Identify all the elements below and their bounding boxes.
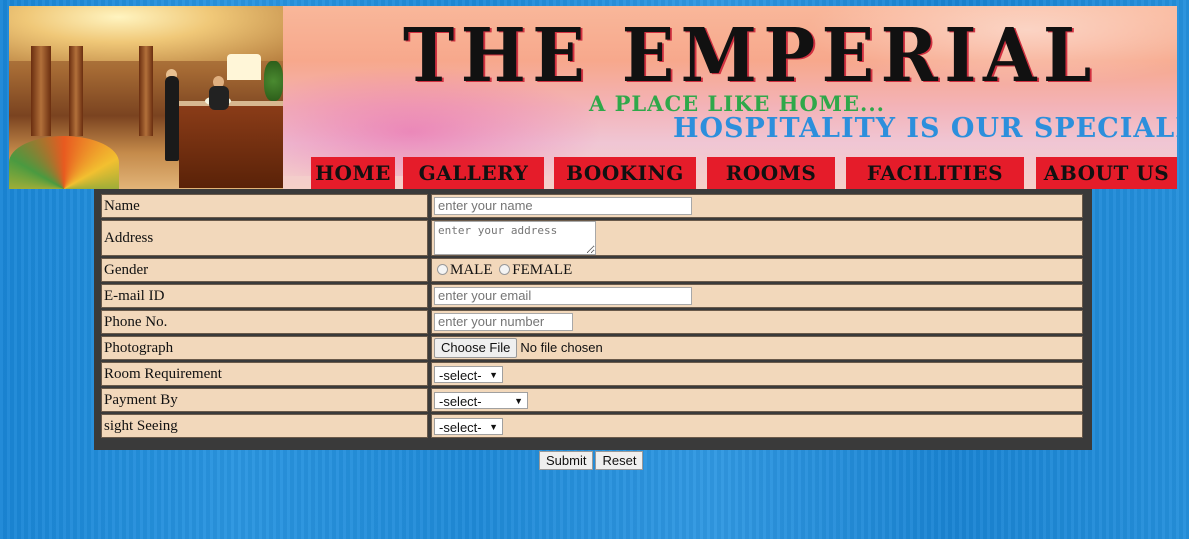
form-row-payment: Payment By -select- ▼: [101, 388, 1083, 412]
nav-home[interactable]: HOME: [311, 157, 395, 189]
form-row-gender: Gender MALE FEMALE: [101, 258, 1083, 282]
name-input[interactable]: [434, 196, 692, 215]
room-label: Room Requirement: [101, 362, 428, 386]
form-row-sightseeing: sight Seeing -select- ▼: [101, 414, 1083, 438]
name-label: Name: [101, 194, 428, 218]
gender-female-radio[interactable]: [499, 263, 511, 275]
main-nav: HOME GALLERY BOOKING ROOMS FACILITIES AB…: [283, 157, 1177, 189]
form-row-name: Name: [101, 194, 1083, 218]
site-title: THE EMPERIAL: [403, 13, 1098, 99]
nav-gallery[interactable]: GALLERY: [403, 157, 544, 189]
room-select-value: -select-: [439, 367, 482, 383]
gender-male-label: MALE: [450, 261, 493, 278]
email-input[interactable]: [434, 286, 692, 305]
nav-about-us[interactable]: ABOUT US: [1036, 157, 1177, 189]
nav-booking[interactable]: BOOKING: [554, 157, 696, 189]
form-row-room: Room Requirement -select- ▼: [101, 362, 1083, 386]
hotel-lobby-photo: [9, 6, 283, 189]
booking-form-table: Name Address Gender MALE FEMALE E-mail I…: [98, 192, 1086, 440]
reset-button[interactable]: Reset: [595, 451, 644, 470]
form-row-phone: Phone No.: [101, 310, 1083, 334]
form-buttons: Submit Reset: [539, 451, 644, 470]
chevron-down-icon: ▼: [514, 395, 523, 406]
form-row-email: E-mail ID: [101, 284, 1083, 308]
form-row-photo: Photograph Choose File No file chosen: [101, 336, 1083, 360]
phone-input[interactable]: [434, 312, 573, 331]
chevron-down-icon: ▼: [489, 369, 498, 380]
room-select[interactable]: -select- ▼: [434, 365, 503, 383]
choose-file-button[interactable]: Choose File: [434, 338, 518, 358]
photo-label: Photograph: [101, 336, 428, 360]
payment-label: Payment By: [101, 388, 428, 412]
site-header: THE EMPERIAL A PLACE LIKE HOME... HOSPIT…: [9, 6, 1177, 189]
header-banner: THE EMPERIAL A PLACE LIKE HOME... HOSPIT…: [283, 6, 1177, 189]
phone-label: Phone No.: [101, 310, 428, 334]
file-status: No file chosen: [520, 340, 603, 355]
payment-select-value: -select-: [439, 393, 482, 409]
form-row-address: Address: [101, 220, 1083, 256]
submit-button[interactable]: Submit: [539, 451, 594, 470]
gender-label: Gender: [101, 258, 428, 282]
sightseeing-select[interactable]: -select- ▼: [434, 417, 503, 435]
email-label: E-mail ID: [101, 284, 428, 308]
gender-male-radio[interactable]: [437, 263, 448, 275]
address-textarea[interactable]: [434, 221, 596, 255]
site-slogan: HOSPITALITY IS OUR SPECIALITY: [673, 113, 1177, 144]
nav-rooms[interactable]: ROOMS: [707, 157, 835, 189]
address-label: Address: [101, 220, 428, 256]
gender-female-label: FEMALE: [512, 261, 573, 278]
sightseeing-select-value: -select-: [439, 419, 482, 435]
booking-form: Name Address Gender MALE FEMALE E-mail I…: [94, 189, 1092, 450]
chevron-down-icon: ▼: [489, 421, 498, 432]
payment-select[interactable]: -select- ▼: [434, 391, 528, 409]
sightseeing-label: sight Seeing: [101, 414, 428, 438]
nav-facilities[interactable]: FACILITIES: [846, 157, 1024, 189]
